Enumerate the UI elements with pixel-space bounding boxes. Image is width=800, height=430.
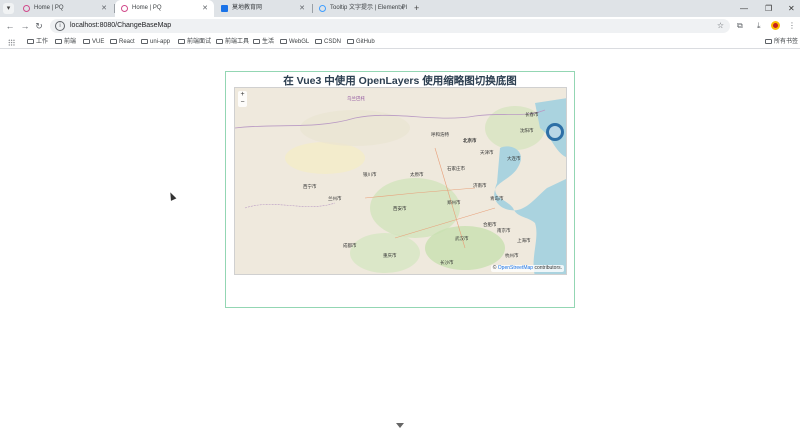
bookmark-folder[interactable]: uni-app — [141, 35, 170, 49]
tab-modi-edu[interactable]: 莫地教育网 ✕ — [215, 0, 311, 17]
folder-icon — [347, 39, 354, 44]
back-icon[interactable]: ← — [4, 20, 16, 32]
bookmark-folder[interactable]: GitHub — [347, 35, 375, 49]
folder-icon — [253, 39, 260, 44]
address-bar[interactable]: i localhost:8080/ChangeBaseMap ☆ — [50, 19, 730, 33]
folder-icon — [83, 39, 90, 44]
zoom-out-button[interactable]: − — [238, 99, 247, 107]
restore-icon[interactable]: ❐ — [765, 0, 772, 17]
bookmark-folder[interactable]: CSDN — [315, 35, 341, 49]
pq-favicon-icon — [23, 5, 30, 12]
map-label: 武汉市 — [455, 236, 469, 241]
forward-icon[interactable]: → — [19, 20, 31, 32]
apps-grid-icon[interactable] — [8, 39, 15, 46]
map-label: 合肥市 — [483, 222, 497, 227]
tab-home-1[interactable]: Home | PQ ✕ — [17, 0, 113, 17]
map-label: 青岛市 — [490, 196, 504, 201]
osm-link[interactable]: OpenStreetMap — [498, 265, 533, 271]
map-label: 沈阳市 — [520, 128, 534, 133]
page-content: 在 Vue3 中使用 OpenLayers 使用缩略图切换底图 乌兰巴托 呼和浩… — [0, 50, 800, 430]
close-icon[interactable]: ✕ — [101, 0, 107, 17]
map-attribution: © OpenStreetMap contributors. — [490, 265, 564, 272]
tab-title: Home | PQ — [132, 5, 162, 11]
map-label: 郑州市 — [447, 200, 461, 205]
folder-icon — [280, 39, 287, 44]
folder-icon — [55, 39, 62, 44]
map-label: 北京市 — [463, 138, 477, 143]
map-label: 太原市 — [410, 172, 424, 177]
bookmarks-bar: 工作 前端 VUE React uni-app 前端面试 前端工具 生活 Web… — [0, 35, 800, 49]
bookmark-folder[interactable]: 工作 — [27, 35, 48, 49]
bookmark-folder[interactable]: 前端工具 — [216, 35, 249, 49]
bookmark-folder[interactable]: WebGL — [280, 35, 309, 49]
map-label: 济南市 — [473, 183, 487, 188]
new-tab-button[interactable]: + — [414, 0, 419, 17]
map-label: 石家庄市 — [447, 166, 465, 171]
tab-title: Tooltip 文字提示 | Element Pl — [330, 5, 407, 11]
tab-title: Home | PQ — [34, 5, 64, 11]
window-close-icon[interactable]: ✕ — [788, 0, 795, 17]
bookmark-folder[interactable]: 生活 — [253, 35, 274, 49]
folder-icon — [315, 39, 322, 44]
map-label: 兰州市 — [328, 196, 342, 201]
basemap-thumbnail-button[interactable] — [546, 123, 564, 141]
bookmark-folder[interactable]: React — [110, 35, 135, 49]
all-bookmarks[interactable]: 所有书签 — [765, 35, 798, 49]
base-map — [235, 88, 566, 274]
extensions-icon[interactable]: ⧉ — [737, 20, 743, 32]
folder-icon — [110, 39, 117, 44]
tab-home-2[interactable]: Home | PQ ✕ — [115, 0, 214, 17]
minimize-icon[interactable]: — — [740, 0, 748, 17]
map-label: 大连市 — [507, 156, 521, 161]
tab-strip: ▾ Home | PQ ✕ Home | PQ ✕ 莫地教育网 ✕ Toolti… — [0, 0, 800, 17]
map-view[interactable]: 乌兰巴托 呼和浩特 北京市 天津市 石家庄市 太原市 济南市 郑州市 西安市 兰… — [234, 87, 567, 275]
map-label: 天津市 — [480, 150, 494, 155]
close-icon[interactable]: ✕ — [299, 0, 305, 17]
profile-avatar[interactable] — [771, 21, 780, 30]
url-text[interactable]: localhost:8080/ChangeBaseMap — [70, 19, 171, 33]
bookmark-folder[interactable]: 前端面试 — [178, 35, 211, 49]
map-label: 上海市 — [517, 238, 531, 243]
tab-tooltip-element[interactable]: Tooltip 文字提示 | Element Pl ✕ — [313, 0, 411, 17]
map-label: 呼和浩特 — [431, 132, 449, 137]
map-label: 长春市 — [525, 112, 539, 117]
map-label: 乌兰巴托 — [347, 96, 365, 101]
site-favicon-icon — [221, 5, 228, 12]
site-info-icon[interactable]: i — [55, 21, 65, 31]
map-label: 成都市 — [343, 243, 357, 248]
tab-search-button[interactable]: ▾ — [3, 3, 14, 14]
map-label: 西安市 — [393, 206, 407, 211]
scroll-down-icon[interactable] — [396, 423, 404, 428]
folder-icon — [27, 39, 34, 44]
close-icon[interactable]: ✕ — [202, 0, 208, 17]
element-favicon-icon — [319, 5, 326, 12]
zoom-in-button[interactable]: + — [238, 91, 247, 99]
map-panel: 在 Vue3 中使用 OpenLayers 使用缩略图切换底图 乌兰巴托 呼和浩… — [225, 71, 575, 308]
more-menu-icon[interactable]: ⋮ — [788, 20, 796, 32]
map-label: 杭州市 — [505, 253, 519, 258]
pq-favicon-icon — [121, 5, 128, 12]
map-label: 银川市 — [363, 172, 377, 177]
zoom-control: + − — [238, 91, 247, 107]
map-label: 西宁市 — [303, 184, 317, 189]
close-icon[interactable]: ✕ — [399, 0, 405, 17]
tab-title: 莫地教育网 — [232, 5, 263, 11]
folder-icon — [178, 39, 185, 44]
download-icon[interactable]: ⤓ — [757, 20, 761, 32]
folder-icon — [216, 39, 223, 44]
bookmark-folder[interactable]: 前端 — [55, 35, 76, 49]
map-label: 长沙市 — [440, 260, 454, 265]
reload-icon[interactable]: ↻ — [33, 20, 45, 32]
page-title: 在 Vue3 中使用 OpenLayers 使用缩略图切换底图 — [283, 75, 517, 87]
folder-icon — [765, 39, 772, 44]
browser-toolbar: ← → ↻ i localhost:8080/ChangeBaseMap ☆ ⤓… — [0, 17, 800, 35]
bookmark-star-icon[interactable]: ☆ — [717, 19, 724, 33]
map-label: 南京市 — [497, 228, 511, 233]
bookmark-folder[interactable]: VUE — [83, 35, 104, 49]
map-label: 重庆市 — [383, 253, 397, 258]
folder-icon — [141, 39, 148, 44]
